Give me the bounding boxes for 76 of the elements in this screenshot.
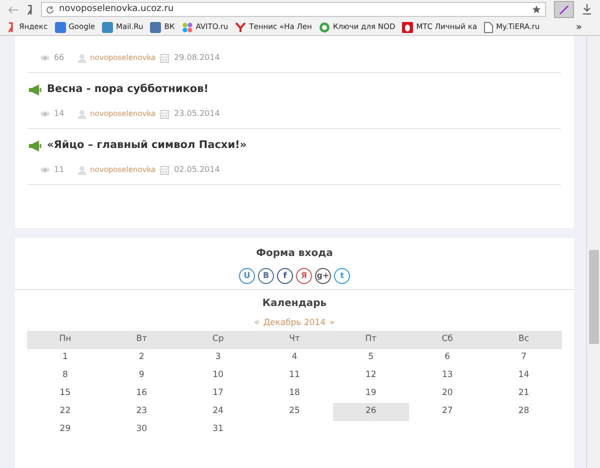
view-count: 11 [54,164,66,176]
eye-icon [40,55,50,61]
calendar-day[interactable]: 1 [27,348,104,366]
calendar-day[interactable]: 31 [180,420,256,438]
login-title: Форма входа [256,247,333,261]
calendar-day[interactable]: 18 [256,384,333,402]
calendar-day[interactable]: 15 [27,384,104,402]
calendar-day[interactable]: 8 [27,366,104,384]
calendar-day[interactable]: 21 [486,384,562,402]
calendar-day[interactable]: 13 [409,366,486,384]
megaphone-icon [28,140,42,152]
calendar-day[interactable]: 22 [27,402,104,420]
weekday-label: Пт [365,333,377,346]
calendar-day[interactable]: 7 [486,348,562,366]
calendar-day[interactable]: 27 [409,402,486,420]
user-icon [78,54,86,62]
egg-icon [402,22,414,32]
calendar-day[interactable]: 12 [332,366,410,384]
weekday-label: Сб [442,333,453,346]
page-icon [484,22,494,32]
weekday-label: Ср [212,333,224,346]
star-icon[interactable] [532,5,541,14]
weekday-label: Чт [289,333,300,346]
calendar-day[interactable]: 16 [103,384,180,402]
view-count: 66 [54,52,66,64]
calendar-day[interactable]: 2 [103,348,180,366]
post-date: 23.05.2014 [174,108,220,120]
post-title[interactable]: Весна - пора субботников! [47,82,208,98]
calendar-day[interactable]: 20 [409,384,486,402]
post-date: 02.05.2014 [174,164,220,176]
megaphone-icon [28,84,42,96]
calendar-day[interactable]: 6 [409,348,486,366]
calendar-day[interactable]: 28 [486,402,562,420]
social-login-button[interactable]: f [277,268,293,284]
calendar-day[interactable]: 19 [332,384,410,402]
calendar-title: Календарь [262,297,327,311]
eye-icon [40,167,50,173]
address-bar[interactable]: novoposelenovka.ucoz.ru [41,2,546,17]
calendar-icon [160,54,169,62]
scrollbar[interactable] [586,36,600,468]
weekday-label: Пн [59,333,72,346]
weekday-label: Вс [518,333,530,346]
social-login-button[interactable]: g+ [315,268,331,284]
post-title[interactable]: «Яйцо – главный символ Пасхи!» [47,138,247,154]
calendar-day[interactable]: 9 [103,366,180,384]
scrollbar-thumb[interactable] [588,250,598,344]
social-login-button[interactable]: Я [296,268,312,284]
month-label: Декабрь 2014 [263,319,326,328]
calendar-day[interactable]: 24 [180,402,256,420]
dots-icon [182,22,193,32]
extension-button[interactable] [554,1,574,18]
user-icon [78,110,86,118]
calendar-day[interactable]: 26 [332,402,410,420]
calendar-icon [160,166,169,174]
calendar-day[interactable]: 3 [180,348,256,366]
calendar-day[interactable]: 11 [256,366,333,384]
post-date: 29.08.2014 [174,52,220,64]
weekday-label: Вт [136,333,148,346]
calendar-day[interactable]: 10 [180,366,256,384]
calendar-day[interactable]: 5 [332,348,410,366]
calendar-day[interactable]: 4 [256,348,333,366]
social-login-button[interactable]: B [258,268,274,284]
calendar-day[interactable]: 14 [486,366,562,384]
calendar-day[interactable]: 30 [103,420,180,438]
calendar-day[interactable]: 29 [27,420,104,438]
download-icon[interactable] [582,4,592,15]
calendar-day[interactable]: 25 [256,402,333,420]
calendar-icon [160,110,169,118]
eye-icon [40,111,50,117]
calendar-day[interactable]: 17 [180,384,256,402]
url-text: novoposelenovka.ucoz.ru [59,2,175,16]
reload-icon[interactable] [46,6,54,14]
more-bookmarks[interactable]: » [576,20,582,34]
user-icon [78,166,86,174]
calendar-day[interactable]: 23 [103,402,180,420]
view-count: 14 [54,108,66,120]
